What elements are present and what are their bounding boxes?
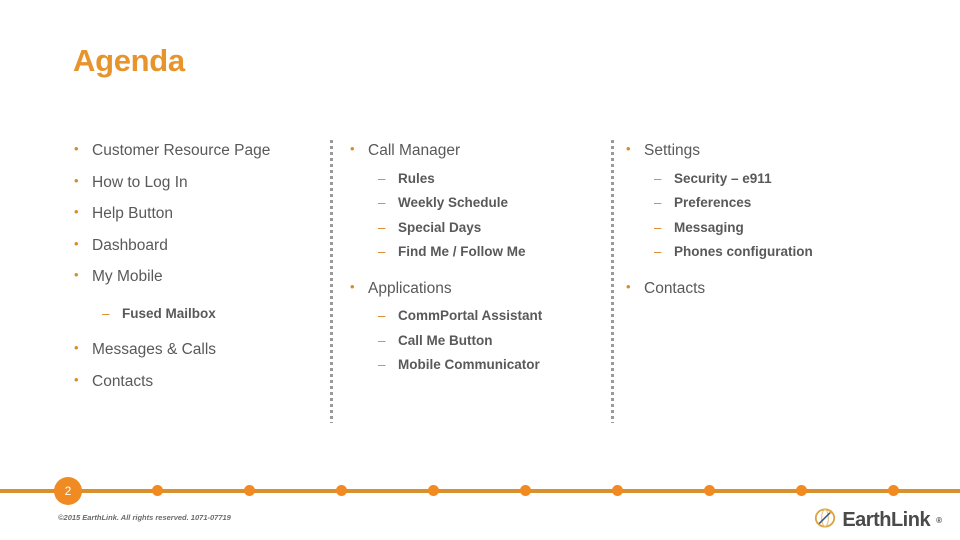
rule-dot <box>428 485 439 496</box>
list-item: Find Me / Follow Me <box>346 245 608 259</box>
list-item: My Mobile <box>70 268 320 285</box>
list-item: Call Manager <box>346 142 608 159</box>
list-item: Settings <box>622 142 892 159</box>
list-item: Contacts <box>70 373 320 390</box>
slide-number-badge: 2 <box>54 477 82 505</box>
page-title: Agenda <box>73 43 185 78</box>
agenda-column-one: Customer Resource Page How to Log In Hel… <box>70 142 320 405</box>
agenda-column-two: Call Manager Rules Weekly Schedule Speci… <box>346 142 608 383</box>
earthlink-logo: EarthLink ® <box>813 506 942 535</box>
list-item: Messaging <box>622 220 892 235</box>
column-divider-right <box>611 140 614 423</box>
list-item: Weekly Schedule <box>346 196 608 210</box>
list-item: Phones configuration <box>622 245 892 259</box>
rule-dot <box>152 485 163 496</box>
list-item: Fused Mailbox <box>70 306 320 321</box>
rule-dot <box>704 485 715 496</box>
rule-dot <box>796 485 807 496</box>
list-item: Preferences <box>622 196 892 210</box>
list-item: Security – e911 <box>622 171 892 186</box>
footer-rule <box>0 489 960 493</box>
logo-trademark: ® <box>936 516 942 525</box>
list-item: Messages & Calls <box>70 341 320 358</box>
rule-dot <box>244 485 255 496</box>
presentation-slide: Agenda Customer Resource Page How to Log… <box>0 0 960 540</box>
copyright-text: ©2015 EarthLink. All rights reserved. 10… <box>58 513 231 522</box>
list-item: Dashboard <box>70 237 320 254</box>
list-item: Special Days <box>346 220 608 235</box>
list-item: Customer Resource Page <box>70 142 320 159</box>
rule-dot <box>888 485 899 496</box>
logo-wordmark: EarthLink <box>842 509 931 531</box>
list-item: Mobile Communicator <box>346 358 608 372</box>
list-item: Call Me Button <box>346 333 608 348</box>
list-item: How to Log In <box>70 174 320 191</box>
rule-dot <box>612 485 623 496</box>
list-item: Rules <box>346 171 608 186</box>
column-divider-left <box>330 140 333 423</box>
agenda-column-three: Settings Security – e911 Preferences Mes… <box>622 142 892 312</box>
rule-dot <box>336 485 347 496</box>
rule-dot <box>520 485 531 496</box>
list-item: CommPortal Assistant <box>346 309 608 323</box>
list-item: Applications <box>346 280 608 297</box>
globe-compass-icon <box>813 506 837 535</box>
list-item: Help Button <box>70 205 320 222</box>
list-item: Contacts <box>622 280 892 297</box>
